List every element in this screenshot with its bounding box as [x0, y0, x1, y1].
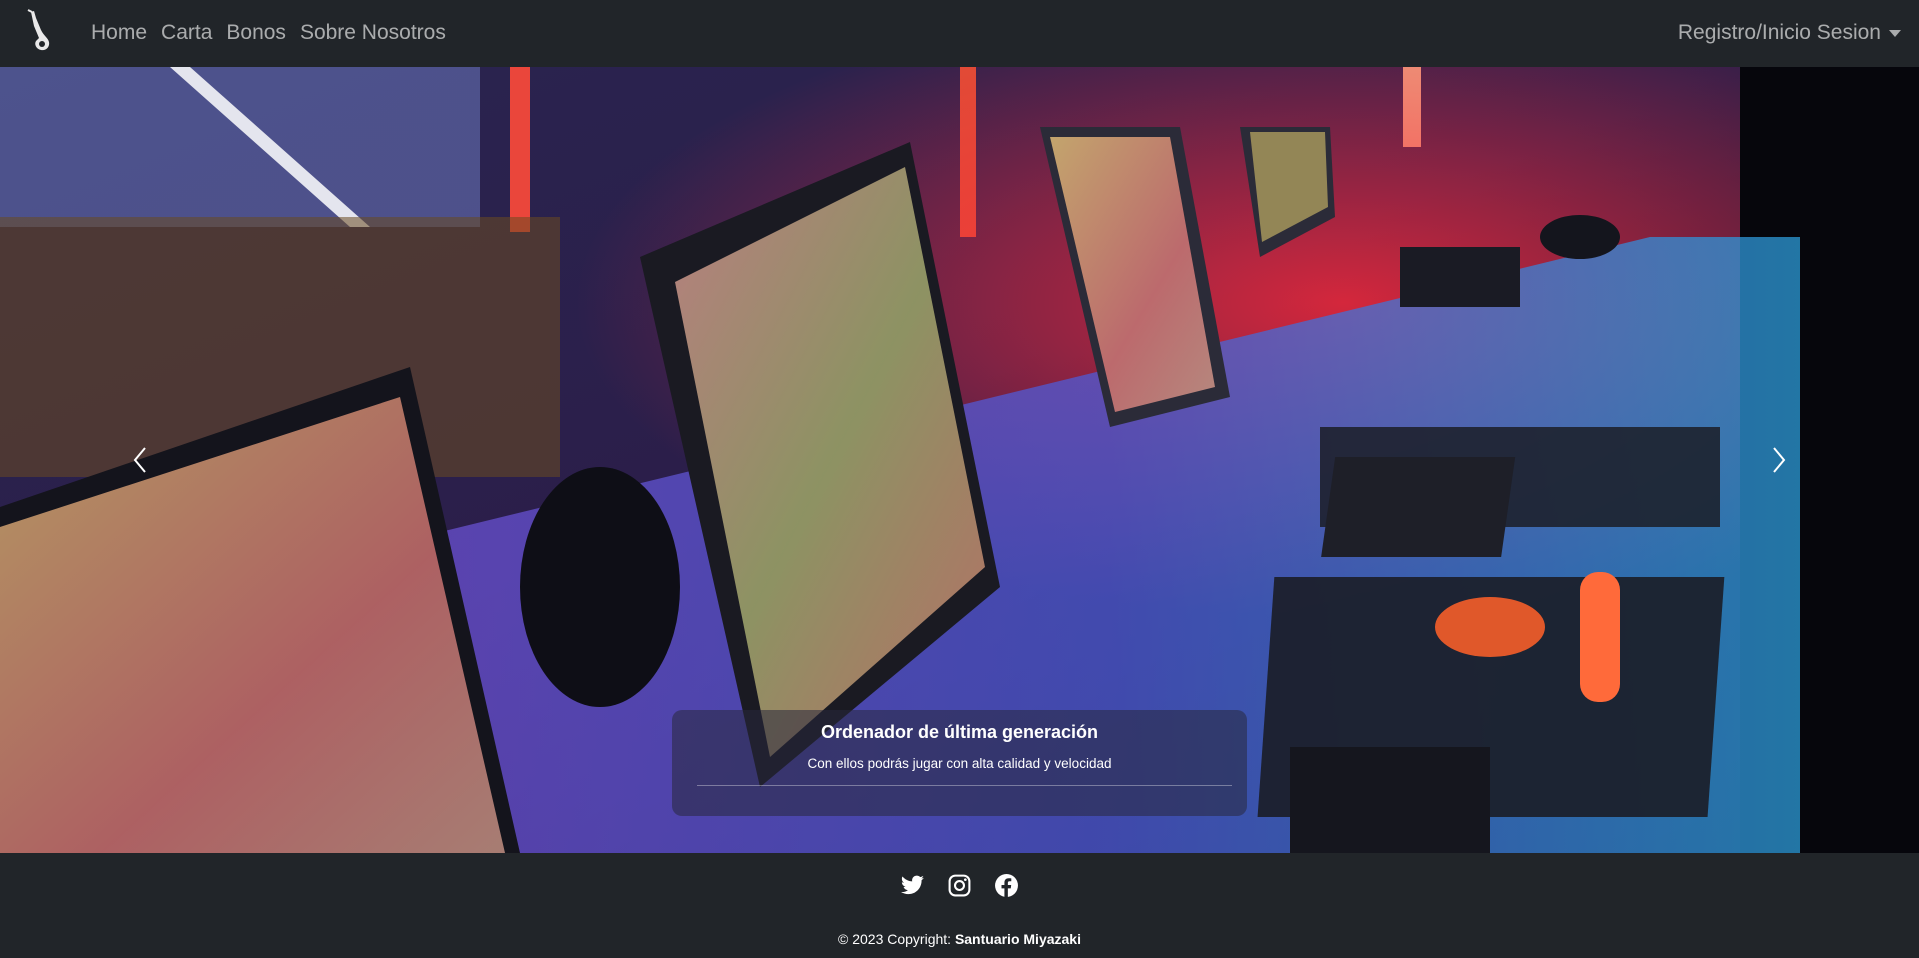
carousel-next-button[interactable]: [1639, 67, 1919, 853]
nav-link-bonos[interactable]: Bonos: [226, 21, 286, 45]
nav-link-home[interactable]: Home: [91, 21, 147, 45]
facebook-icon[interactable]: [994, 873, 1019, 898]
brand-logo-icon[interactable]: [22, 8, 60, 54]
carousel: Ordenador de última generación Con ellos…: [0, 67, 1919, 853]
nav-link-sobre-nosotros[interactable]: Sobre Nosotros: [300, 21, 446, 45]
caption-divider: [697, 785, 1232, 786]
instagram-icon[interactable]: [947, 873, 972, 898]
navbar: Home Carta Bonos Sobre Nosotros Registro…: [0, 0, 1919, 66]
caption-title: Ordenador de última generación: [820, 722, 1099, 742]
caret-down-icon: [1889, 29, 1901, 37]
account-dropdown[interactable]: Registro/Inicio Sesion: [1678, 0, 1901, 66]
copyright-prefix: © 2023 Copyright:: [838, 931, 952, 947]
copyright: © 2023 Copyright: Santuario Miyazaki: [0, 931, 1919, 947]
footer: © 2023 Copyright: Santuario Miyazaki: [0, 853, 1919, 958]
copyright-owner[interactable]: Santuario Miyazaki: [955, 931, 1081, 947]
chevron-right-icon: [1773, 447, 1786, 473]
twitter-icon[interactable]: [900, 873, 925, 898]
account-dropdown-label: Registro/Inicio Sesion: [1677, 21, 1881, 44]
chevron-left-icon: [133, 447, 146, 473]
nav-links: Home Carta Bonos Sobre Nosotros: [91, 0, 460, 66]
carousel-prev-button[interactable]: [0, 67, 280, 853]
carousel-caption: Ordenador de última generación Con ellos…: [672, 710, 1247, 816]
caption-text: Con ellos podrás jugar con alta calidad …: [807, 756, 1112, 771]
nav-link-carta[interactable]: Carta: [161, 21, 212, 45]
social-links: [0, 873, 1919, 898]
